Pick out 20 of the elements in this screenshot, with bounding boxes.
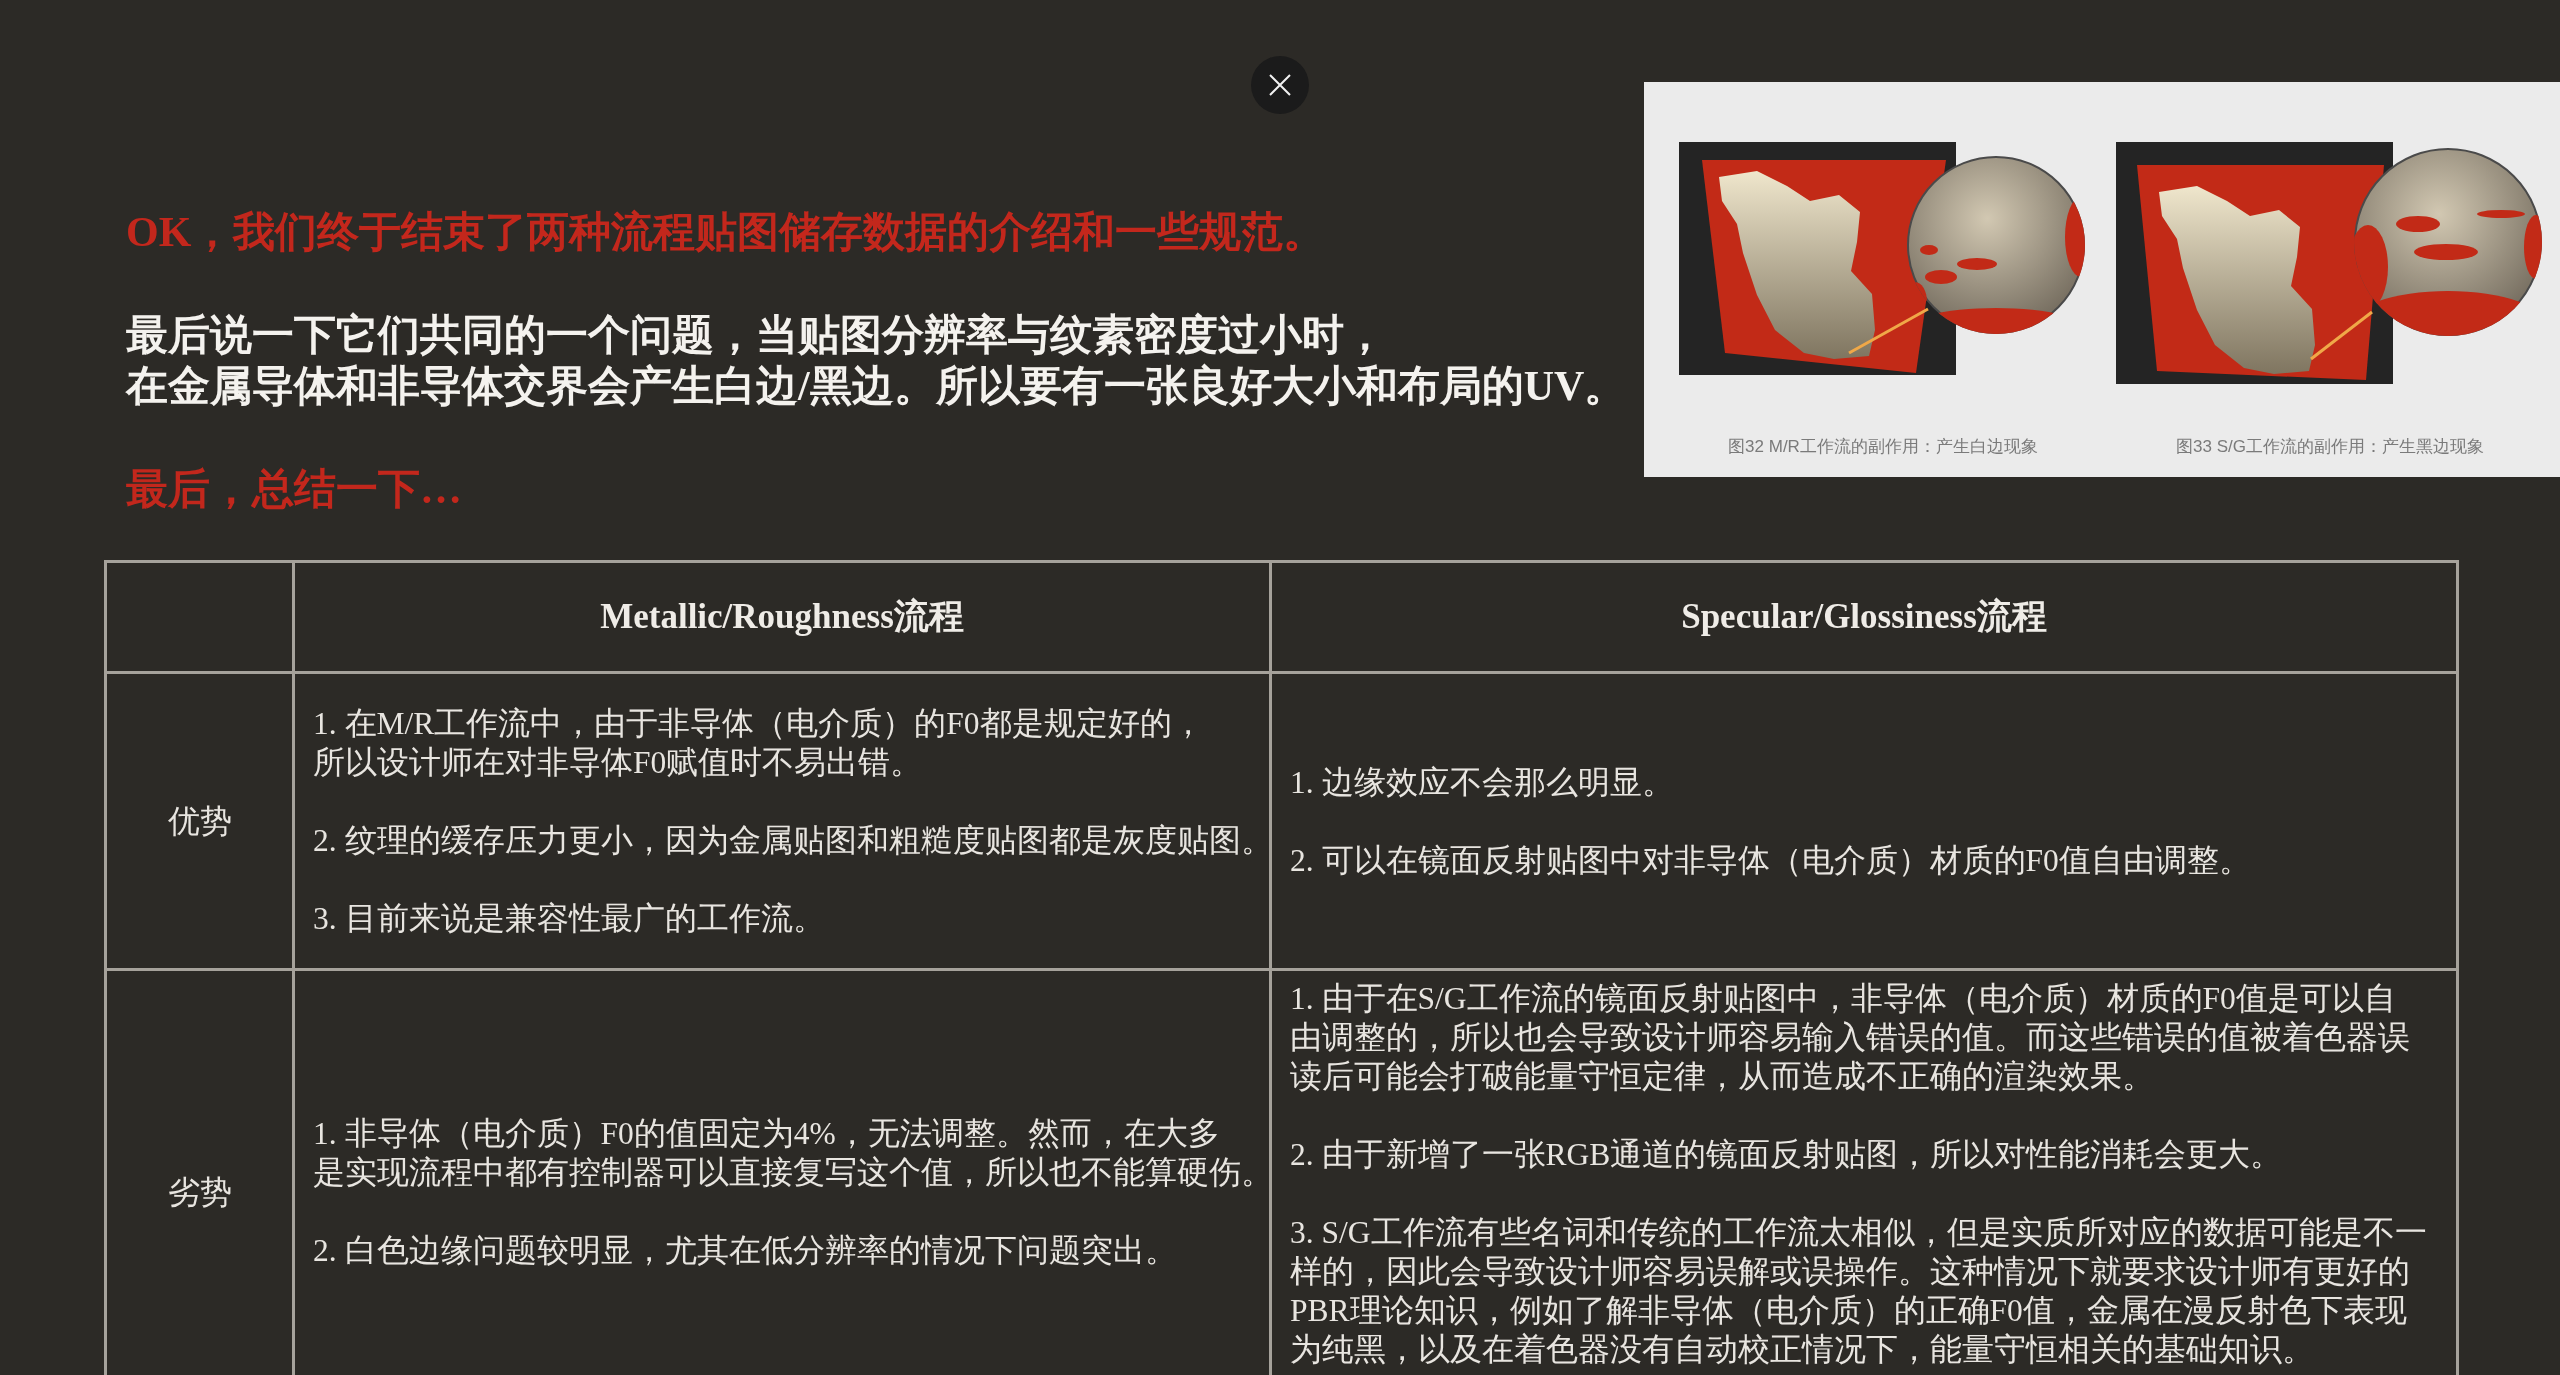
- column-header: Metallic/Roughness流程: [600, 597, 964, 636]
- cell-text: 1. 边缘效应不会那么明显。: [1290, 763, 1674, 802]
- cell-text: 2. 白色边缘问题较明显，尤其在低分辨率的情况下问题突出。: [313, 1232, 1177, 1270]
- row-label: 劣势: [167, 1174, 232, 1210]
- figure-caption: 图33 S/G工作流的副作用：产生黑边现象: [2176, 436, 2484, 458]
- row-label: 优势: [167, 803, 232, 839]
- cell-text: 3. 目前来说是兼容性最广的工作流。: [313, 900, 825, 938]
- cell-text: 1. 非导体（电介质）F0的值固定为4%，无法调整。然而，在大多 是实现流程中都有控制器可以直接复写这个值，所以也不能算硬伤。: [313, 1115, 1273, 1192]
- column-header: Specular/Glossiness流程: [1681, 597, 2047, 636]
- cell-text: 1. 由于在S/G工作流的镜面反射贴图中，非导体（电介质）材质的F0值是可以自 由调整的，所以也会导致设计师容易输入错误的值。而这些错误的值被着色器误 读后可能会打破能量守恒定律，从而造成不正确的渲染效果。: [1290, 980, 2410, 1096]
- cell-text: 2. 可以在镜面反射贴图中对非导体（电介质）材质的F0值自由调整。: [1290, 841, 2251, 880]
- figure-caption: 图32 M/R工作流的副作用：产生白边现象: [1728, 436, 2038, 458]
- cell-text: 2. 由于新增了一张RGB通道的镜面反射贴图，所以对性能消耗会更大。: [1290, 1136, 2283, 1174]
- cell-text: 1. 在M/R工作流中，由于非导体（电介质）的F0都是规定好的， 所以设计师在对非导体F0赋值时不易出错。: [313, 705, 1204, 782]
- cell-text: 2. 纹理的缓存压力更小，因为金属贴图和粗糙度贴图都是灰度贴图。: [313, 822, 1273, 860]
- cell-text: 3. S/G工作流有些名词和传统的工作流太相似，但是实质所对应的数据可能是不一 样的，因此会导致设计师容易误解或误操作。这种情况下就要求设计师有更好的 PBR理论知识，例如了解非导体（电介质）的正确F0值，金属在漫反射色下表现 为纯黑，以及在着色器没有自动校正情况下，能量守恒相关的基础知识。: [1290, 1214, 2427, 1369]
- intro-heading: OK，我们终于结束了两种流程贴图储存数据的介绍和一些规范。: [126, 208, 1326, 257]
- intro-heading: 最后，总结一下…: [126, 465, 462, 514]
- intro-paragraph: 最后说一下它们共同的一个问题，当贴图分辨率与纹素密度过小时， 在金属导体和非导体交界会产生白边/黑边。所以要有一张良好大小和布局的UV。: [126, 311, 1627, 411]
- close-icon: [1269, 74, 1291, 96]
